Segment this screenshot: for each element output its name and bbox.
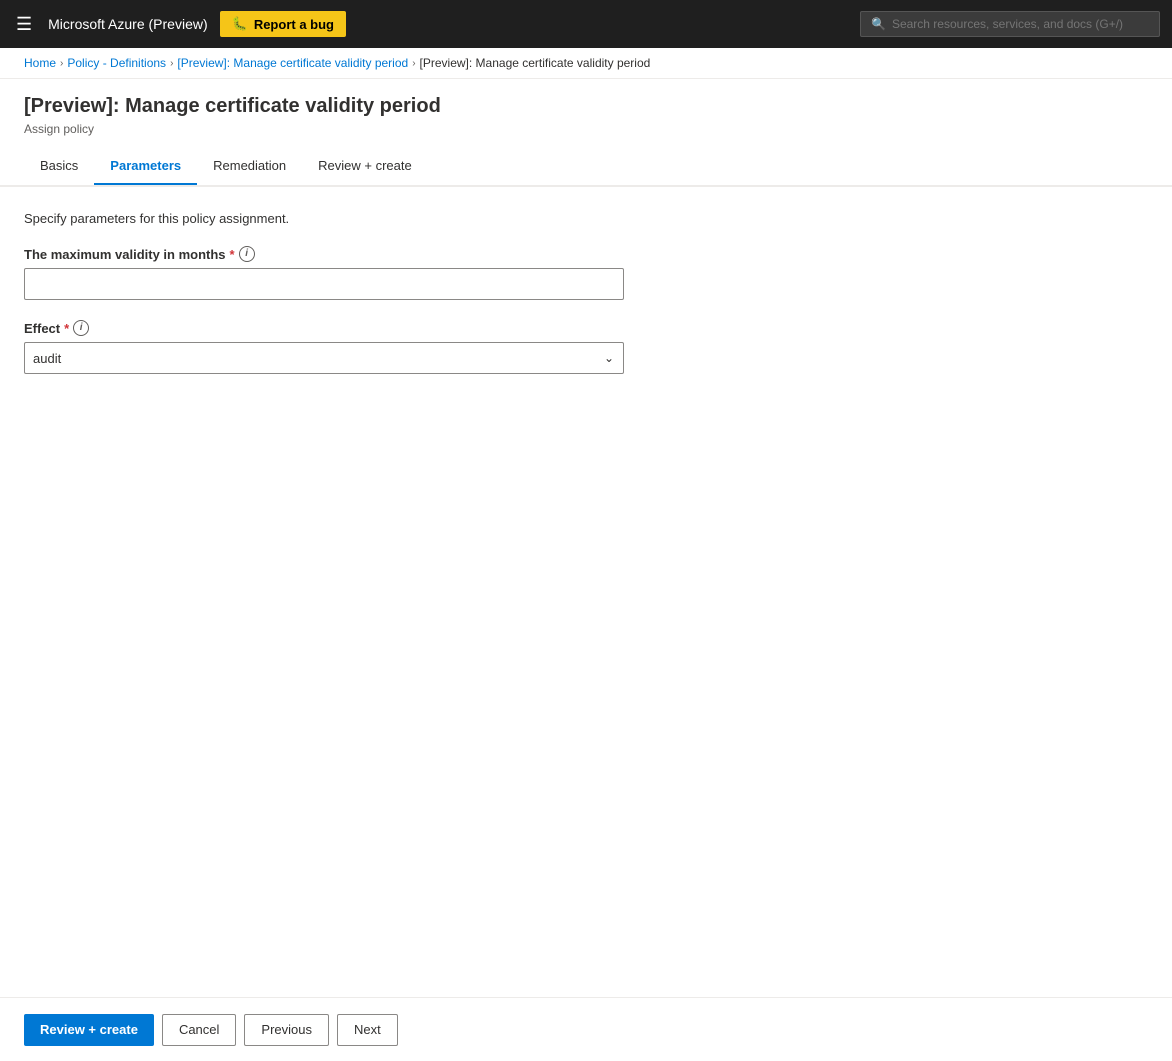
info-icon-max-validity[interactable]: i xyxy=(239,246,255,262)
breadcrumb-sep-2: › xyxy=(170,58,173,69)
breadcrumb-current: [Preview]: Manage certificate validity p… xyxy=(420,56,651,70)
hamburger-icon[interactable]: ☰ xyxy=(12,10,36,39)
effect-select-wrapper: audit deny disabled ⌄ xyxy=(24,342,624,374)
app-title: Microsoft Azure (Preview) xyxy=(48,16,207,32)
tab-parameters[interactable]: Parameters xyxy=(94,148,197,185)
section-description: Specify parameters for this policy assig… xyxy=(24,211,1148,226)
tab-remediation[interactable]: Remediation xyxy=(197,148,302,185)
main-content: Specify parameters for this policy assig… xyxy=(0,187,1172,1007)
effect-label: Effect * i xyxy=(24,320,1148,336)
cancel-button[interactable]: Cancel xyxy=(162,1014,236,1046)
previous-button[interactable]: Previous xyxy=(244,1014,329,1046)
tabs: Basics Parameters Remediation Review + c… xyxy=(24,148,1148,185)
tab-review-create[interactable]: Review + create xyxy=(302,148,428,185)
max-validity-input[interactable] xyxy=(24,268,624,300)
topbar: ☰ Microsoft Azure (Preview) 🐛 Report a b… xyxy=(0,0,1172,48)
max-validity-label: The maximum validity in months * i xyxy=(24,246,1148,262)
search-icon: 🔍 xyxy=(871,17,886,31)
footer-bar: Review + create Cancel Previous Next xyxy=(0,997,1172,1061)
effect-field-group: Effect * i audit deny disabled ⌄ xyxy=(24,320,1148,374)
breadcrumb-policy-definitions[interactable]: Policy - Definitions xyxy=(67,56,166,70)
report-bug-button[interactable]: 🐛 Report a bug xyxy=(220,11,346,37)
breadcrumb-manage-cert[interactable]: [Preview]: Manage certificate validity p… xyxy=(177,56,408,70)
review-create-button[interactable]: Review + create xyxy=(24,1014,154,1046)
search-input[interactable] xyxy=(892,17,1149,31)
next-button[interactable]: Next xyxy=(337,1014,398,1046)
required-star-max-validity: * xyxy=(230,247,235,262)
info-icon-effect[interactable]: i xyxy=(73,320,89,336)
effect-select[interactable]: audit deny disabled xyxy=(24,342,624,374)
tab-basics[interactable]: Basics xyxy=(24,148,94,185)
page-header: [Preview]: Manage certificate validity p… xyxy=(0,79,1172,186)
bug-icon: 🐛 xyxy=(232,16,248,32)
content-wrapper: Specify parameters for this policy assig… xyxy=(0,186,1172,1007)
breadcrumb: Home › Policy - Definitions › [Preview]:… xyxy=(0,48,1172,79)
breadcrumb-home[interactable]: Home xyxy=(24,56,56,70)
search-box[interactable]: 🔍 xyxy=(860,11,1160,37)
max-validity-field-group: The maximum validity in months * i xyxy=(24,246,1148,300)
page-title: [Preview]: Manage certificate validity p… xyxy=(24,95,1148,118)
required-star-effect: * xyxy=(64,321,69,336)
breadcrumb-sep-3: › xyxy=(412,58,415,69)
breadcrumb-sep-1: › xyxy=(60,58,63,69)
page-subtitle: Assign policy xyxy=(24,122,1148,136)
